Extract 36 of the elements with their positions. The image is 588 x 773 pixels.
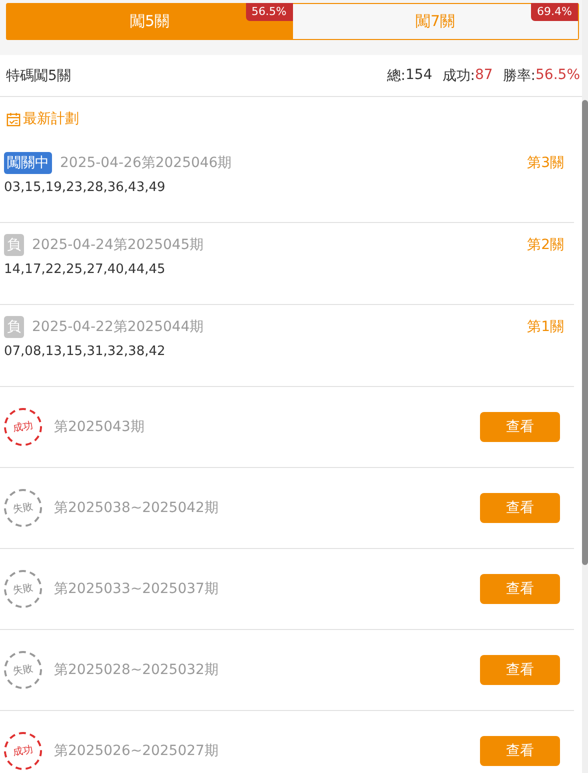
stage-text: 第3關 <box>527 154 564 172</box>
view-button[interactable]: 查看 <box>480 736 560 766</box>
view-button[interactable]: 查看 <box>480 574 560 604</box>
total-value: 154 <box>406 66 432 84</box>
numbers-text: 14,17,22,25,27,40,44,45 <box>4 262 166 277</box>
period-text: 2025-04-22第2025044期 <box>32 318 204 336</box>
period-text: 2025-04-24第2025045期 <box>32 236 204 254</box>
scrollbar[interactable] <box>582 0 588 773</box>
section-title: 最新計劃 <box>23 110 79 128</box>
view-button[interactable]: 查看 <box>480 655 560 685</box>
status-badge: 負 <box>4 234 24 256</box>
stage-text: 第1關 <box>527 318 564 336</box>
tab[interactable]: 闖7關 69.4% <box>292 4 578 39</box>
period-text: 第2025043期 <box>54 418 144 436</box>
tab[interactable]: 闖5關 56.5% <box>7 4 292 39</box>
view-button[interactable]: 查看 <box>480 412 560 442</box>
numbers-text: 03,15,19,23,28,36,43,49 <box>4 180 166 195</box>
stage-text: 第2關 <box>527 236 564 254</box>
rate-badge: 56.5% <box>246 3 292 21</box>
status-badge: 闖關中 <box>4 152 52 174</box>
period-text: 第2025028~2025032期 <box>54 661 218 679</box>
rate-label: 勝率: <box>502 66 536 84</box>
success-value: 87 <box>474 66 493 84</box>
rate-value: 56.5% <box>536 66 580 84</box>
rate-badge: 69.4% <box>531 3 578 21</box>
status-badge: 負 <box>4 316 24 338</box>
view-button[interactable]: 查看 <box>480 493 560 523</box>
numbers-text: 07,08,13,15,31,32,38,42 <box>4 344 166 359</box>
total-label: 總: <box>386 66 406 84</box>
period-text: 第2025038~2025042期 <box>54 499 218 517</box>
summary-title: 特碼闖5關 <box>6 66 71 84</box>
success-label: 成功: <box>442 66 475 84</box>
period-text: 第2025026~2025027期 <box>54 742 218 760</box>
period-text: 2025-04-26第2025046期 <box>60 154 232 172</box>
period-text: 第2025033~2025037期 <box>54 580 218 598</box>
calendar-icon <box>6 112 21 126</box>
